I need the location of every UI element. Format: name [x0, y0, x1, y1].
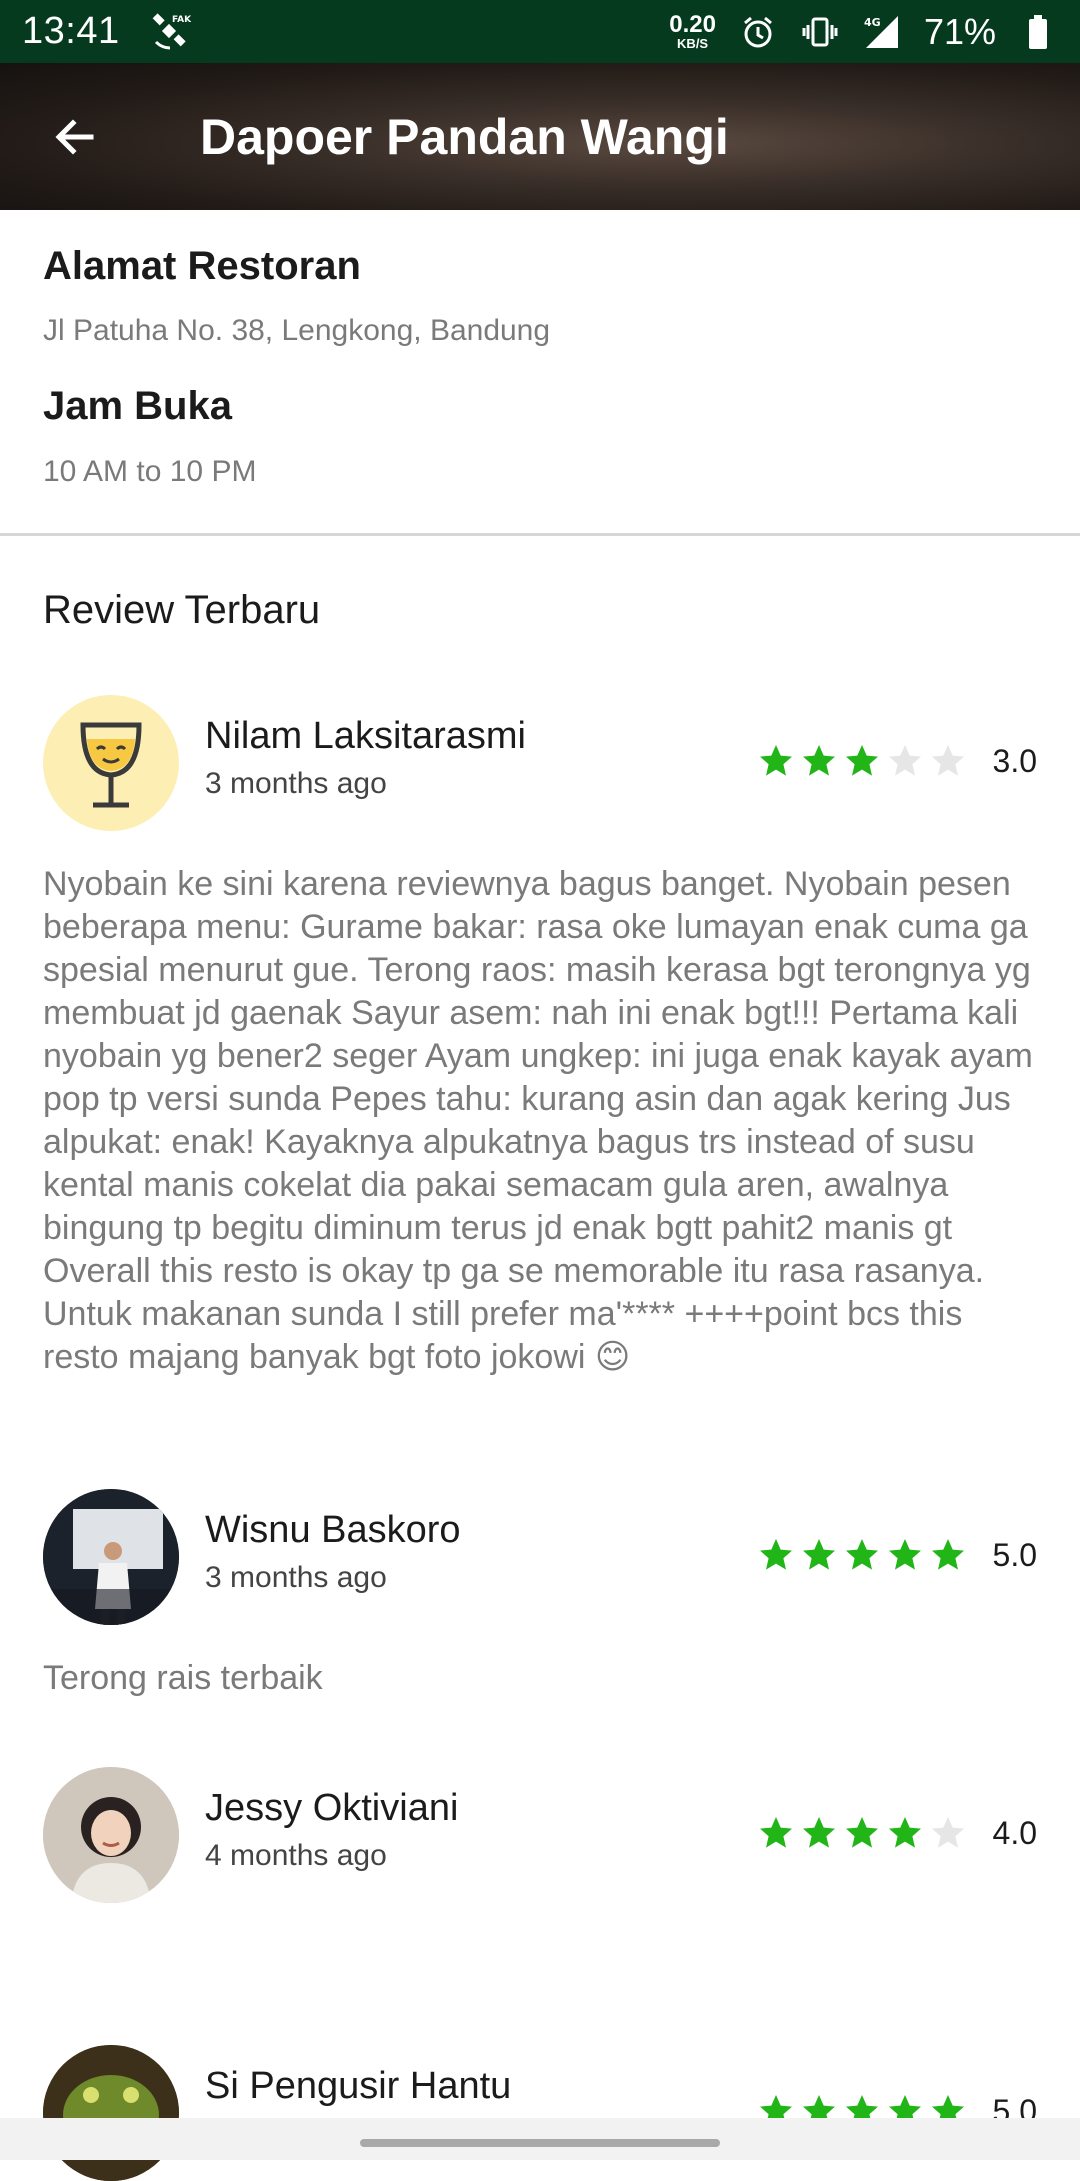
review-date: 3 months ago [205, 1561, 387, 1594]
back-button[interactable] [0, 63, 150, 210]
rating-stars [758, 1815, 966, 1851]
star-filled-icon [760, 1539, 792, 1570]
address-value: Jl Patuha No. 38, Lengkong, Bandung [43, 314, 551, 347]
reviews-section-title: Review Terbaru [43, 588, 321, 632]
star-empty-icon [932, 1817, 964, 1848]
battery-percent: 71% [923, 10, 996, 52]
rating-score: 3.0 [992, 743, 1037, 779]
star-filled-icon [803, 745, 835, 776]
star-filled-icon [803, 1539, 835, 1570]
hours-label: Jam Buka [43, 384, 232, 428]
reviewer-name: Wisnu Baskoro [205, 1509, 461, 1551]
star-filled-icon [889, 1539, 921, 1570]
navigation-bar [0, 2118, 1080, 2160]
hours-value: 10 AM to 10 PM [43, 455, 257, 488]
star-filled-icon [803, 1817, 835, 1848]
avatar[interactable] [43, 695, 179, 831]
page-title: Dapoer Pandan Wangi [200, 108, 729, 165]
network-speed: 0.20 KB/S [669, 11, 716, 51]
star-filled-icon [846, 745, 878, 776]
rating-stars [758, 1537, 966, 1573]
rating-stars [758, 743, 966, 779]
signal-4g-icon: 4G [862, 12, 902, 52]
divider [0, 533, 1080, 536]
star-empty-icon [932, 745, 964, 776]
reviewer-name: Nilam Laksitarasmi [205, 715, 526, 757]
review-date: 3 months ago [205, 767, 387, 800]
reviewer-name: Jessy Oktiviani [205, 1787, 459, 1829]
svg-text:4G: 4G [864, 16, 881, 29]
fake-gps-icon: FAK [148, 12, 192, 52]
star-filled-icon [846, 1817, 878, 1848]
avatar[interactable] [43, 1489, 179, 1625]
avatar[interactable] [43, 1767, 179, 1903]
alarm-icon [738, 12, 778, 52]
reviewer-name: Si Pengusir Hantu [205, 2065, 512, 2107]
arrow-back-icon [55, 118, 94, 155]
status-bar: 13:41 FAK 0.20 KB/S 4G 71% [0, 0, 1080, 63]
star-filled-icon [889, 1817, 921, 1848]
star-filled-icon [760, 1817, 792, 1848]
star-filled-icon [760, 745, 792, 776]
rating-score: 4.0 [992, 1815, 1037, 1851]
battery-icon [1018, 12, 1058, 52]
review-date: 4 months ago [205, 1839, 387, 1872]
star-filled-icon [932, 1539, 964, 1570]
review-text: Nyobain ke sini karena reviewnya bagus b… [43, 865, 1033, 1376]
review-text: Terong rais terbaik [43, 1659, 323, 1697]
rating-score: 5.0 [992, 1537, 1037, 1573]
svg-text:FAK: FAK [172, 15, 192, 25]
home-gesture-handle[interactable] [360, 2139, 720, 2147]
status-time: 13:41 [22, 10, 120, 52]
app-bar: Dapoer Pandan Wangi [0, 63, 1080, 210]
avatar[interactable] [43, 2045, 179, 2181]
star-filled-icon [846, 1539, 878, 1570]
vibrate-icon [800, 12, 840, 52]
address-label: Alamat Restoran [43, 244, 361, 288]
star-empty-icon [889, 745, 921, 776]
